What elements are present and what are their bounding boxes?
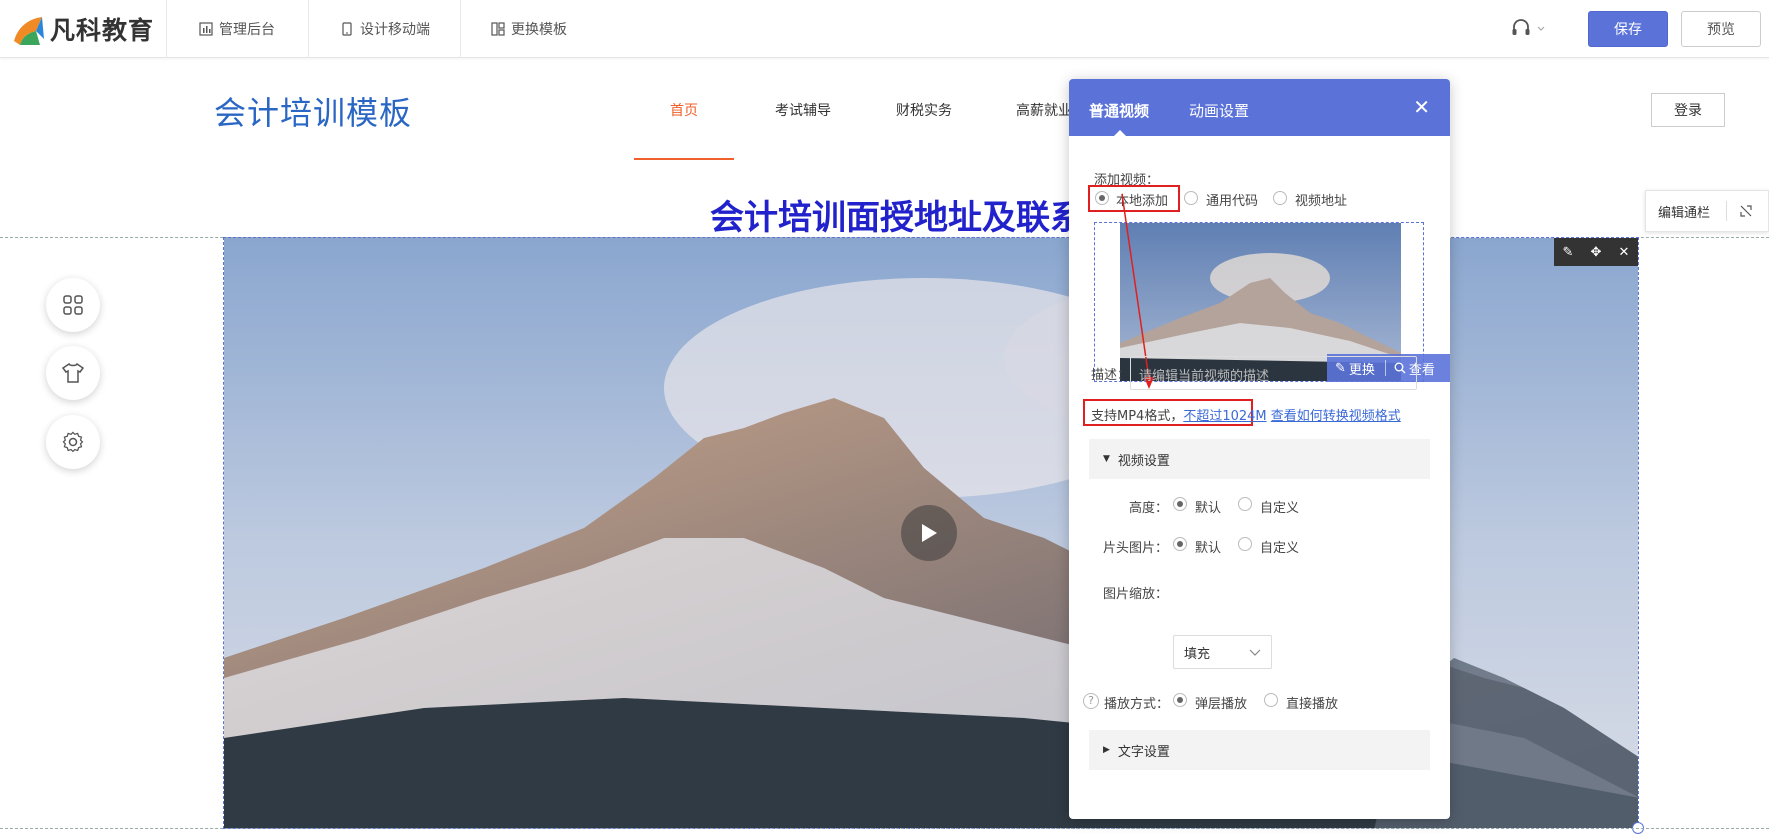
edit-column-tab[interactable]: 编辑通栏 — [1645, 190, 1769, 232]
description-input[interactable]: 请编辑当前视频的描述 — [1130, 356, 1417, 390]
height-custom-label: 自定义 — [1260, 501, 1300, 516]
theme-button[interactable] — [46, 346, 100, 400]
move-icon[interactable]: ✥ — [1591, 245, 1602, 260]
chart-icon — [199, 22, 213, 36]
chevron-down-icon — [1537, 26, 1545, 31]
cover-label: 片头图片： — [1103, 541, 1169, 556]
desc-label: 描述： — [1091, 368, 1131, 383]
template-icon — [491, 22, 505, 36]
image-scale-select[interactable]: 填充 — [1173, 635, 1272, 669]
preview-button[interactable]: 预览 — [1681, 11, 1761, 47]
site-title[interactable]: 会计培训模板 — [214, 88, 412, 134]
play-mode-label: 播放方式： — [1104, 697, 1170, 712]
module-boundary — [0, 828, 1769, 829]
format-note-text: 支持MP4格式， — [1091, 409, 1184, 424]
logo-text: 凡科教育 — [50, 16, 155, 45]
toolbar-divider — [460, 0, 461, 58]
site-nav-jobs[interactable]: 高薪就业 — [1016, 100, 1072, 120]
module-toolbar: ✎ ✥ ✕ — [1554, 238, 1638, 266]
radio-play-direct[interactable] — [1264, 693, 1278, 707]
toolbar-divider — [166, 0, 167, 58]
nav-mobile-design[interactable]: 设计移动端 — [340, 0, 430, 58]
format-note: 支持MP4格式，不超过1024M 查看如何转换视频格式 — [1091, 405, 1401, 424]
radio-height-default[interactable] — [1173, 497, 1187, 511]
convert-help-link[interactable]: 查看如何转换视频格式 — [1271, 409, 1401, 424]
login-button[interactable]: 登录 — [1651, 93, 1725, 127]
play-button[interactable] — [901, 505, 957, 561]
settings-button[interactable] — [46, 415, 100, 469]
nav-change-template[interactable]: 更换模板 — [491, 0, 567, 58]
nav-admin-label: 管理后台 — [219, 22, 275, 38]
radio-play-popup[interactable] — [1173, 693, 1187, 707]
site-nav-home[interactable]: 首页 — [670, 100, 698, 120]
video-settings-label: 视频设置 — [1117, 453, 1170, 469]
customer-service[interactable] — [1510, 17, 1546, 39]
image-scale-value: 填充 — [1184, 646, 1211, 662]
logo[interactable]: 凡科教育 — [10, 8, 160, 50]
divider — [1726, 201, 1728, 221]
nav-active-indicator — [634, 158, 734, 160]
video-settings-section[interactable]: ▼ 视频设置 — [1089, 439, 1430, 479]
height-default-label: 默认 — [1195, 501, 1222, 516]
cover-custom-label: 自定义 — [1260, 541, 1300, 556]
caret-right-icon: ▶ — [1103, 745, 1110, 755]
caret-down-icon: ▼ — [1103, 454, 1110, 464]
collapse-icon[interactable] — [1739, 204, 1753, 218]
play-direct-label: 直接播放 — [1286, 697, 1339, 712]
text-settings-section[interactable]: ▶ 文字设置 — [1089, 730, 1430, 770]
modules-button[interactable] — [46, 278, 100, 332]
close-icon[interactable]: ✕ — [1619, 245, 1630, 260]
height-label: 高度： — [1129, 501, 1169, 516]
logo-mark-icon — [14, 17, 44, 45]
size-limit-link[interactable]: 不超过1024M — [1183, 409, 1266, 424]
shirt-icon — [61, 362, 85, 383]
headset-icon — [1512, 19, 1530, 35]
radio-height-custom[interactable] — [1238, 497, 1252, 511]
toolbar-divider — [308, 0, 309, 58]
play-icon — [922, 524, 937, 542]
gear-icon — [62, 431, 84, 453]
page-heading[interactable]: 会计培训面授地址及联系 — [710, 190, 1084, 239]
play-popup-label: 弹层播放 — [1195, 697, 1248, 712]
edit-column-label: 编辑通栏 — [1658, 205, 1711, 221]
editor-toolbar: 凡科教育 管理后台 设计移动端 更换模板 保存 预览 — [0, 0, 1769, 58]
radio-cover-default[interactable] — [1173, 537, 1187, 551]
help-question-icon[interactable]: ? — [1083, 693, 1099, 709]
nav-admin[interactable]: 管理后台 — [199, 0, 275, 58]
nav-template-label: 更换模板 — [511, 22, 567, 38]
edit-pencil-icon[interactable]: ✎ — [1563, 245, 1574, 260]
scale-label: 图片缩放： — [1103, 587, 1169, 602]
radio-cover-custom[interactable] — [1238, 537, 1252, 551]
chevron-down-icon — [1249, 649, 1261, 656]
text-settings-label: 文字设置 — [1117, 744, 1170, 760]
nav-mobile-label: 设计移动端 — [360, 22, 430, 38]
cover-default-label: 默认 — [1195, 541, 1222, 556]
mobile-icon — [342, 22, 352, 36]
site-nav-tax[interactable]: 财税实务 — [896, 100, 952, 120]
grid-icon — [63, 295, 83, 315]
save-button[interactable]: 保存 — [1588, 11, 1668, 47]
site-nav-exam[interactable]: 考试辅导 — [775, 100, 831, 120]
